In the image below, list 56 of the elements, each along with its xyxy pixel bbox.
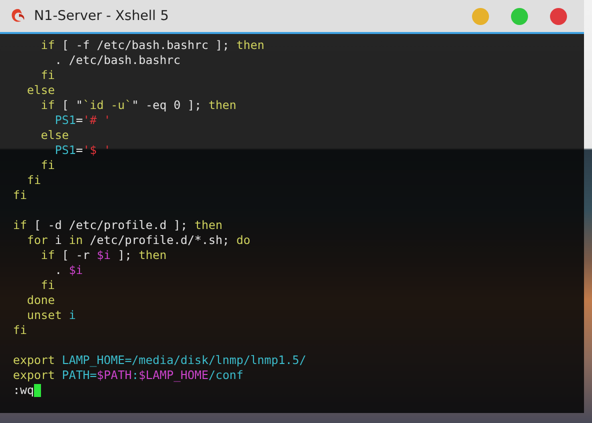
code-text: export [13,368,55,383]
code-text: done [26,293,55,308]
code-text: " -eq 0 ]; [132,98,202,113]
code-text: . [54,263,63,278]
code-text: $PATH [96,368,132,383]
code-text: = [76,143,83,158]
code-text: /etc/profile.d/*.sh; [88,233,230,248]
code-text: PS1 [54,113,76,128]
code-text: $LAMP_HOME [138,368,208,383]
code-text: PATH= [60,368,97,383]
window-control-button[interactable] [511,8,528,24]
code-text: in [68,233,83,248]
code-text: /conf [208,368,244,383]
window-control-button[interactable] [472,8,489,24]
code-text: then [208,98,236,113]
code-text: [ -f /etc/bash.bashrc ]; [60,38,230,53]
code-text: then [138,248,167,263]
code-text: '$ ' [82,143,111,158]
code-text: [ -d /etc/profile.d ]; [32,218,189,233]
code-text: `id -u` [82,98,132,113]
code-text: do [236,233,250,248]
code-text: else [40,128,69,143]
code-text: i [54,233,63,248]
code-text: $i [68,263,83,278]
code-text: : [132,368,139,383]
code-text: fi [40,158,55,173]
code-text: export [13,353,55,368]
window-control-button[interactable] [550,8,567,24]
text-cursor [34,384,41,397]
code-text: unset [26,308,62,323]
code-text: ]; [116,248,133,263]
code-text: if [40,98,55,113]
code-text: fi [40,68,55,83]
code-text: if [13,218,27,233]
code-text: PS1 [54,143,76,158]
code-text: fi [40,278,55,293]
code-text: $i [96,248,111,263]
code-text: fi [26,173,41,188]
code-text: [ " [60,98,83,113]
code-text: . /etc/bash.bashrc [54,53,181,68]
code-text: = [76,113,83,128]
code-text: LAMP_HOME=/media/disk/lnmp/lnmp1.5/ [60,353,306,368]
code-text: for [26,233,48,248]
code-text: fi [13,323,27,338]
code-text: if [40,38,55,53]
swirl-icon [10,8,26,24]
window-title: N1-Server - Xshell 5 [34,8,170,24]
code-text: then [236,38,264,53]
code-text: if [40,248,55,263]
code-text: [ -r [60,248,91,263]
code-text: :wq [13,383,34,398]
code-text: else [26,83,55,98]
code-text: '# ' [82,113,111,128]
code-text: fi [13,188,27,203]
code-text: then [194,218,222,233]
code-text: i [68,308,76,323]
